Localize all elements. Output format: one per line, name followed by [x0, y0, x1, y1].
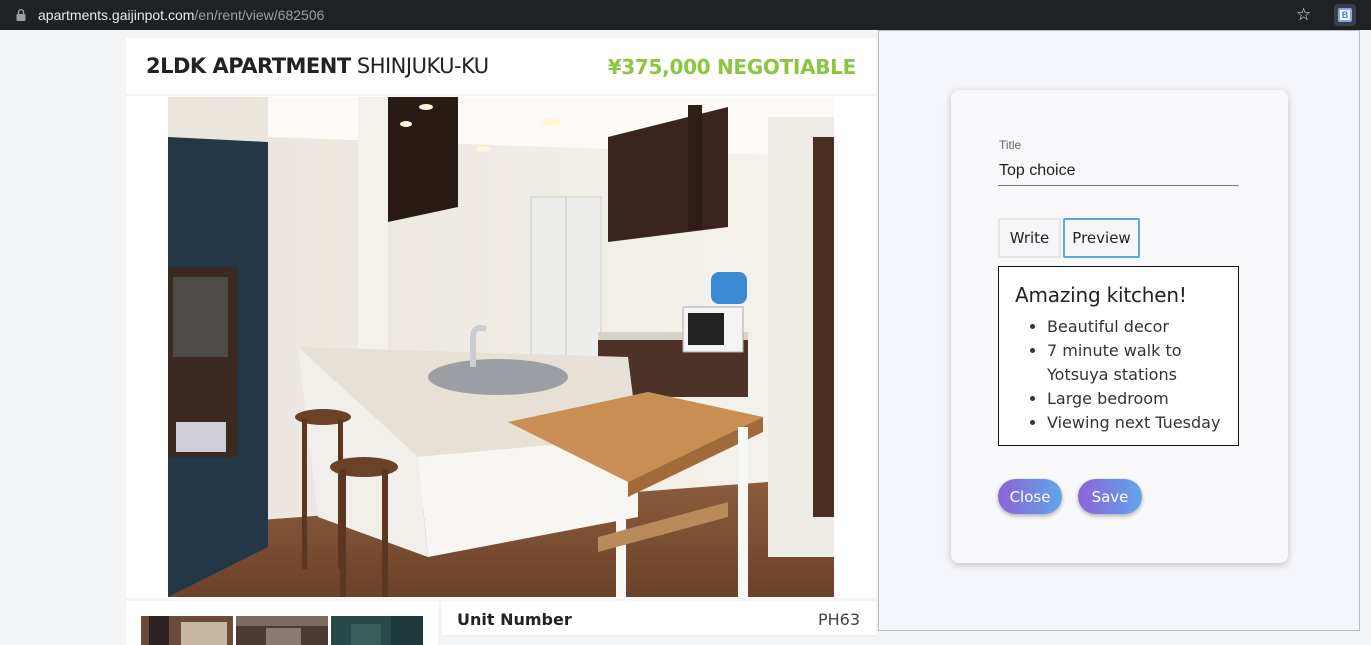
- thumbnail-image[interactable]: [236, 616, 328, 645]
- preview-list: Beautiful decor 7 minute walk to Yotsuya…: [1015, 315, 1222, 435]
- thumbnail-image[interactable]: [331, 616, 423, 645]
- title-label: Title: [999, 138, 1022, 152]
- photo-gallery: [126, 96, 876, 598]
- markdown-preview: Amazing kitchen! Beautiful decor 7 minut…: [998, 266, 1239, 446]
- tab-write[interactable]: Write: [998, 218, 1061, 258]
- listing-title: 2LDK APARTMENT SHINJUKU-KU: [146, 54, 489, 78]
- tab-preview[interactable]: Preview: [1063, 218, 1140, 258]
- thumbnail-image[interactable]: [141, 616, 233, 645]
- close-button[interactable]: Close: [998, 479, 1062, 514]
- kitchen-photo[interactable]: [168, 97, 834, 597]
- preview-heading: Amazing kitchen!: [1015, 283, 1187, 307]
- listing-location: SHINJUKU-KU: [356, 54, 489, 78]
- detail-row-unit-number: Unit Number PH63: [442, 601, 876, 637]
- save-button[interactable]: Save: [1078, 479, 1142, 514]
- url-host: apartments.gaijinpot.com: [38, 7, 195, 23]
- star-icon[interactable]: ☆: [1296, 6, 1311, 23]
- listing-type: 2LDK APARTMENT: [146, 54, 351, 78]
- url-text[interactable]: apartments.gaijinpot.com/en/rent/view/68…: [38, 7, 324, 23]
- title-input[interactable]: [998, 156, 1239, 186]
- list-item: Viewing next Tuesday: [1047, 411, 1222, 435]
- listing-header: 2LDK APARTMENT SHINJUKU-KU ¥375,000 NEGO…: [126, 38, 876, 94]
- list-item: 7 minute walk to Yotsuya stations: [1047, 339, 1222, 387]
- listing-price: ¥375,000 NEGOTIABLE: [607, 55, 857, 79]
- lock-icon: [16, 9, 26, 21]
- extension-popup: Title Write Preview Amazing kitchen! Bea…: [878, 30, 1360, 631]
- detail-value: PH63: [817, 610, 860, 629]
- url-path: /en/rent/view/682506: [194, 7, 325, 23]
- thumbnail-strip: [126, 601, 438, 645]
- list-item: Large bedroom: [1047, 387, 1222, 411]
- list-item: Beautiful decor: [1047, 315, 1222, 339]
- extension-icon: B: [1338, 8, 1352, 22]
- detail-label: Unit Number: [457, 610, 572, 629]
- browser-address-bar: apartments.gaijinpot.com/en/rent/view/68…: [0, 0, 1371, 30]
- note-editor-card: Title Write Preview Amazing kitchen! Bea…: [951, 90, 1288, 563]
- extension-button[interactable]: B: [1334, 4, 1356, 26]
